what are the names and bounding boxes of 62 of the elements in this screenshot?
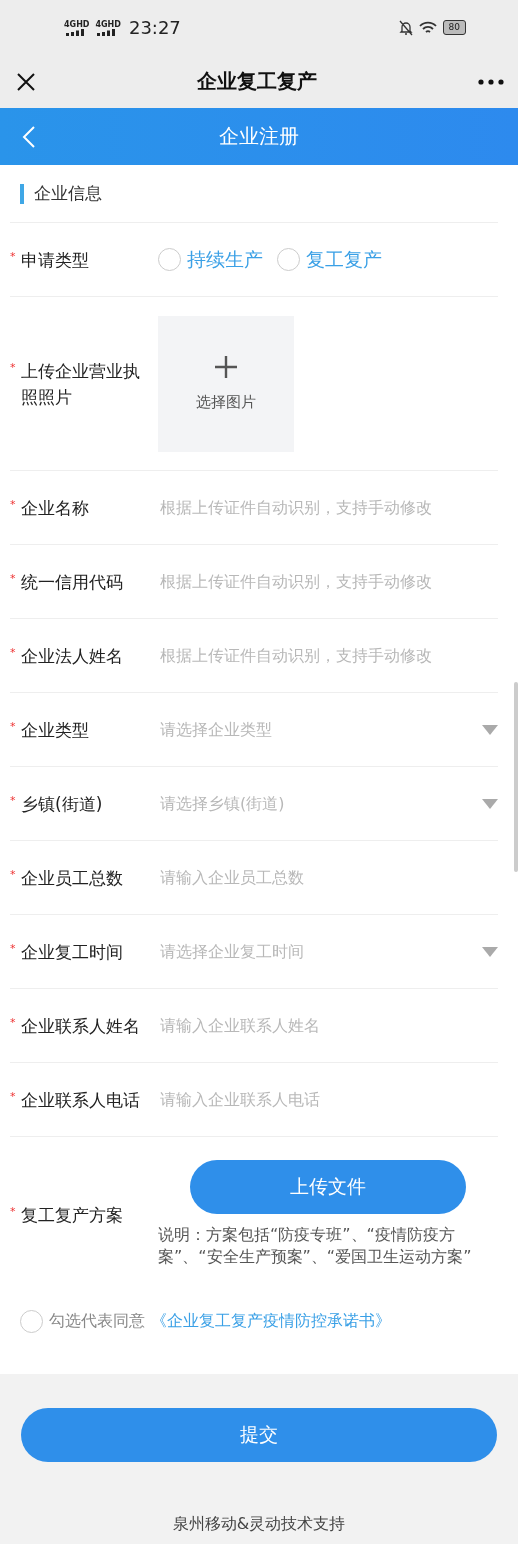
- more-icon[interactable]: [478, 78, 504, 85]
- required-mark: *: [10, 1203, 17, 1218]
- select-field[interactable]: 请选择企业复工时间: [158, 941, 482, 962]
- input-field[interactable]: 根据上传证件自动识别，支持手动修改: [158, 497, 498, 518]
- radio-option[interactable]: 持续生产: [158, 246, 263, 273]
- agree-text: 勾选代表同意: [49, 1310, 145, 1332]
- plan-note: 说明：方案包括“防疫专班”、“疫情防疫方案”、“安全生产预案”、“爱国卫生运动方案”: [158, 1223, 473, 1268]
- upload-file-button[interactable]: 上传文件: [190, 1159, 466, 1214]
- signal-icon: [95, 28, 116, 36]
- input-field[interactable]: 请输入企业员工总数: [158, 867, 498, 888]
- field-label: 乡镇(街道): [21, 792, 104, 816]
- plus-icon: [214, 355, 238, 379]
- input-field[interactable]: 根据上传证件自动识别，支持手动修改: [158, 571, 498, 592]
- header-title: 企业注册: [219, 123, 299, 150]
- dropdown-caret-icon[interactable]: [482, 724, 498, 735]
- field-label: 上传企业营业执照照片: [21, 359, 141, 409]
- section-title: 企业信息: [34, 182, 102, 205]
- wifi-icon: [418, 20, 437, 35]
- pledge-link[interactable]: 《企业复工复产疫情防控承诺书》: [151, 1310, 391, 1332]
- input-field[interactable]: 请输入企业联系人姓名: [158, 1015, 498, 1036]
- required-mark: *: [10, 866, 17, 881]
- required-mark: *: [10, 248, 17, 263]
- field-label: 企业名称: [21, 496, 90, 520]
- radio-option[interactable]: 复工复产: [277, 246, 382, 273]
- page-title: 企业复工复产: [197, 68, 317, 95]
- battery-icon: 80: [442, 20, 466, 35]
- required-mark: *: [10, 940, 17, 955]
- image-upload-button[interactable]: 选择图片: [158, 315, 294, 452]
- required-mark: *: [10, 570, 17, 585]
- field-label: 申请类型: [21, 248, 90, 272]
- field-label: 统一信用代码: [21, 570, 124, 594]
- required-mark: *: [10, 1014, 17, 1029]
- section-marker: [20, 183, 24, 204]
- field-label: 企业员工总数: [21, 866, 124, 890]
- back-icon[interactable]: [22, 125, 36, 149]
- required-mark: *: [10, 792, 17, 807]
- close-icon[interactable]: [16, 71, 36, 92]
- field-label: 复工复产方案: [21, 1203, 124, 1227]
- required-mark: *: [10, 496, 17, 511]
- field-label: 企业复工时间: [21, 940, 124, 964]
- required-mark: *: [10, 718, 17, 733]
- dropdown-caret-icon[interactable]: [482, 946, 498, 957]
- bell-off-icon: [398, 19, 413, 36]
- agree-checkbox[interactable]: [20, 1309, 43, 1333]
- field-label: 企业法人姓名: [21, 644, 124, 668]
- footer-credit: 泉州移动&灵动技术支持: [172, 1514, 346, 1535]
- required-mark: *: [10, 1088, 17, 1103]
- select-field[interactable]: 请选择乡镇(街道): [158, 793, 482, 814]
- network-label: 4GHD: [95, 19, 121, 29]
- dropdown-caret-icon[interactable]: [482, 798, 498, 809]
- field-label: 企业类型: [21, 718, 90, 742]
- input-field[interactable]: 请输入企业联系人电话: [158, 1089, 498, 1110]
- clock: 23:27: [128, 17, 181, 38]
- required-mark: *: [10, 359, 17, 374]
- field-label: 企业联系人电话: [21, 1088, 141, 1112]
- signal-icon: [64, 28, 84, 36]
- select-field[interactable]: 请选择企业类型: [158, 719, 482, 740]
- field-label: 企业联系人姓名: [21, 1014, 141, 1038]
- required-mark: *: [10, 644, 17, 659]
- network-label: 4GHD: [64, 19, 90, 29]
- input-field[interactable]: 根据上传证件自动识别，支持手动修改: [158, 645, 498, 666]
- submit-button[interactable]: 提交: [21, 1408, 497, 1462]
